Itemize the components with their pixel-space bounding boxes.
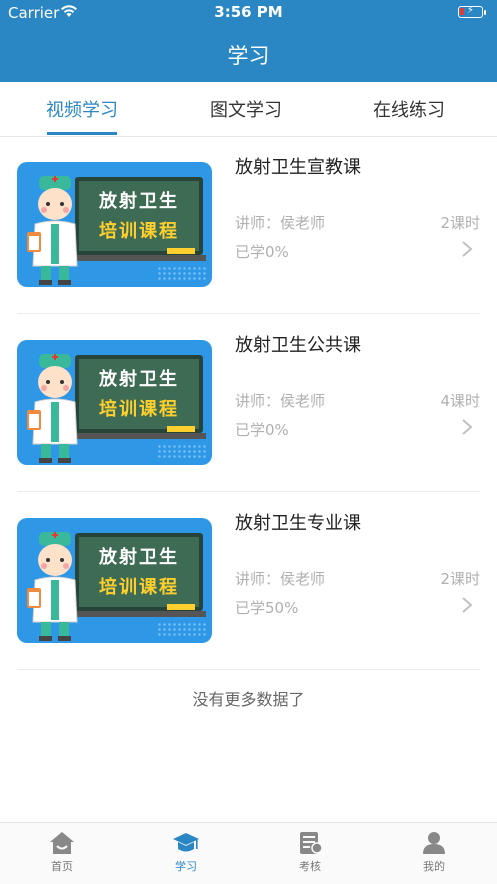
course-teacher: 讲师：侯老师 bbox=[235, 392, 326, 410]
dot-pattern bbox=[157, 266, 207, 280]
chalk bbox=[167, 248, 195, 254]
course-title: 放射卫生公共课 bbox=[235, 335, 361, 356]
course-progress: 已学0% bbox=[235, 421, 289, 439]
course-thumbnail: 放射卫生 培训课程 bbox=[17, 340, 212, 465]
chevron-right-icon bbox=[462, 419, 473, 435]
dot-pattern bbox=[157, 444, 207, 458]
tab-bar: 视频学习 图文学习 在线练习 bbox=[0, 82, 497, 137]
course-progress: 已学0% bbox=[235, 243, 289, 261]
chalk bbox=[167, 604, 195, 610]
thumbnail-line1: 放射卫生 bbox=[99, 547, 179, 568]
course-item[interactable]: 放射卫生 培训课程 放射卫生专业课 讲师：侯老师 2课时 已学50% bbox=[17, 492, 480, 670]
app-header: Carrier 3:56 PM ⚡ 学习 bbox=[0, 0, 497, 82]
chevron-right-icon bbox=[462, 597, 473, 613]
dot-pattern bbox=[157, 622, 207, 636]
course-item[interactable]: 放射卫生 培训课程 放射卫生公共课 讲师：侯老师 4课时 已学0% bbox=[17, 314, 480, 492]
doctor-illustration bbox=[27, 532, 78, 641]
chalkboard-shelf bbox=[72, 611, 206, 617]
chalkboard-shelf bbox=[72, 433, 206, 439]
chalk bbox=[167, 426, 195, 432]
course-teacher: 讲师：侯老师 bbox=[235, 570, 326, 588]
nav-study[interactable]: 学习 bbox=[146, 831, 226, 874]
nav-exam-label: 考核 bbox=[299, 860, 321, 873]
chalkboard: 放射卫生 培训课程 bbox=[75, 533, 203, 611]
no-more-data-text: 没有更多数据了 bbox=[192, 690, 305, 709]
course-item[interactable]: 放射卫生 培训课程 放射卫生宣教课 讲师：侯老师 2课时 已学0% bbox=[17, 136, 480, 314]
nav-mine[interactable]: 我的 bbox=[394, 831, 474, 874]
course-thumbnail: 放射卫生 培训课程 bbox=[17, 162, 212, 287]
home-icon bbox=[50, 832, 74, 854]
nav-exam[interactable]: 考核 bbox=[270, 831, 350, 874]
chalkboard: 放射卫生 培训课程 bbox=[75, 355, 203, 433]
nav-home-label: 首页 bbox=[51, 860, 73, 873]
thumbnail-line2: 培训课程 bbox=[99, 577, 179, 598]
status-time: 3:56 PM bbox=[214, 3, 283, 21]
course-teacher: 讲师：侯老师 bbox=[235, 214, 326, 232]
course-progress: 已学50% bbox=[235, 599, 299, 617]
doctor-illustration bbox=[27, 176, 78, 285]
exam-icon bbox=[300, 832, 323, 854]
course-title: 放射卫生宣教课 bbox=[235, 157, 361, 178]
thumbnail-line2: 培训课程 bbox=[99, 399, 179, 420]
nav-study-label: 学习 bbox=[175, 860, 197, 873]
nav-home[interactable]: 首页 bbox=[22, 831, 102, 874]
nav-mine-label: 我的 bbox=[423, 860, 445, 873]
tab-online-practice[interactable]: 在线练习 bbox=[349, 96, 469, 122]
chevron-right-icon bbox=[462, 241, 473, 257]
chalkboard: 放射卫生 培训课程 bbox=[75, 177, 203, 255]
thumbnail-line1: 放射卫生 bbox=[99, 191, 179, 212]
doctor-illustration bbox=[27, 354, 78, 463]
battery-icon: ⚡ bbox=[458, 5, 486, 18]
tab-text-learning[interactable]: 图文学习 bbox=[186, 96, 306, 122]
thumbnail-line2: 培训课程 bbox=[99, 221, 179, 242]
page-title: 学习 bbox=[227, 44, 270, 68]
course-title: 放射卫生专业课 bbox=[235, 513, 361, 534]
thumbnail-line1: 放射卫生 bbox=[99, 369, 179, 390]
course-hours: 2课时 bbox=[440, 214, 480, 232]
graduation-cap-icon bbox=[173, 833, 199, 852]
user-icon bbox=[423, 832, 445, 854]
bottom-nav: 首页 学习 考核 我的 bbox=[0, 822, 497, 884]
active-tab-indicator bbox=[47, 132, 117, 135]
course-thumbnail: 放射卫生 培训课程 bbox=[17, 518, 212, 643]
chalkboard-shelf bbox=[72, 255, 206, 261]
course-hours: 4课时 bbox=[440, 392, 480, 410]
course-hours: 2课时 bbox=[440, 570, 480, 588]
status-bar: Carrier 3:56 PM ⚡ bbox=[0, 0, 497, 26]
tab-video-learning[interactable]: 视频学习 bbox=[22, 96, 142, 122]
